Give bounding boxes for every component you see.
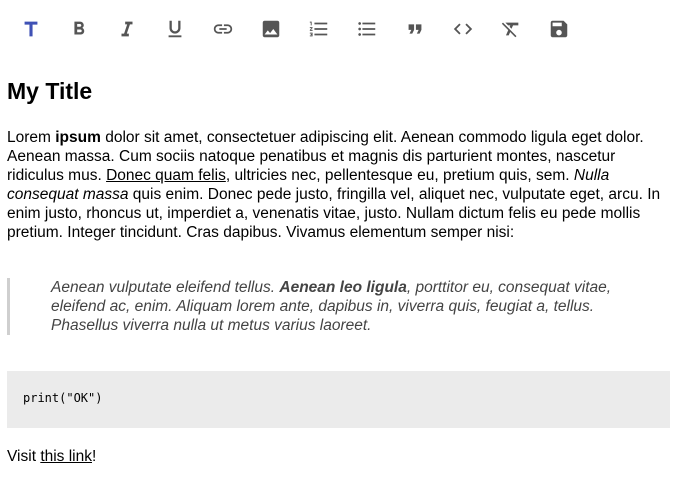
visit-line: Visit this link! xyxy=(7,447,96,466)
quote-icon xyxy=(408,24,422,34)
bullet-list-icon xyxy=(358,22,376,36)
paragraph-underlined-text: Donec quam felis xyxy=(106,167,226,184)
link-icon xyxy=(213,24,233,34)
quote-button[interactable] xyxy=(403,17,427,41)
ordered-list-button[interactable] xyxy=(307,17,331,41)
ordered-list-icon xyxy=(309,21,328,37)
bold-button[interactable] xyxy=(67,17,91,41)
code-block: print("OK") xyxy=(7,371,670,428)
bold-icon xyxy=(74,21,85,35)
image-button[interactable] xyxy=(259,17,283,41)
clear-format-icon xyxy=(501,22,519,38)
visit-suffix: ! xyxy=(92,448,97,465)
text-format-icon xyxy=(24,21,38,37)
code-text: print("OK") xyxy=(23,391,103,405)
bullet-list-button[interactable] xyxy=(355,17,379,41)
paragraph-text: , ultricies nec, pellentesque eu, pretiu… xyxy=(225,167,574,184)
underline-icon xyxy=(168,20,182,38)
quote-text: Aenean vulputate eleifend tellus. xyxy=(51,279,280,296)
link-button[interactable] xyxy=(211,17,235,41)
this-link[interactable]: this link xyxy=(40,448,92,465)
body-paragraph: Lorem ipsum dolor sit amet, consectetuer… xyxy=(7,128,671,242)
paragraph-bold-text: ipsum xyxy=(55,129,101,146)
code-icon xyxy=(453,23,473,35)
italic-button[interactable] xyxy=(115,17,139,41)
clear-format-button[interactable] xyxy=(499,17,523,41)
text-format-button[interactable] xyxy=(19,17,43,41)
image-icon xyxy=(262,20,280,38)
paragraph-text: Lorem xyxy=(7,129,56,146)
editor-toolbar xyxy=(0,0,677,60)
document-title: My Title xyxy=(7,78,93,104)
editor-content[interactable]: My Title Lorem ipsum dolor sit amet, con… xyxy=(7,76,671,465)
code-button[interactable] xyxy=(451,17,475,41)
blockquote: Aenean vulputate eleifend tellus. Aenean… xyxy=(7,278,647,335)
save-icon xyxy=(550,20,568,38)
italic-icon xyxy=(121,21,133,37)
underline-button[interactable] xyxy=(163,17,187,41)
visit-prefix: Visit xyxy=(7,448,41,465)
blockquote-text: Aenean vulputate eleifend tellus. Aenean… xyxy=(51,278,641,335)
quote-bold-text: Aenean leo ligula xyxy=(279,279,407,296)
save-button[interactable] xyxy=(547,17,571,41)
